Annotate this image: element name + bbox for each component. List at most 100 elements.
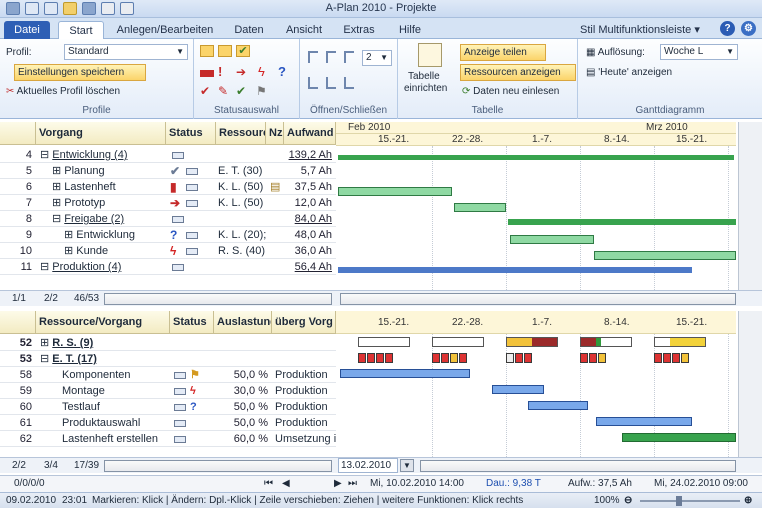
expand-icon[interactable]: ⊞ bbox=[52, 197, 64, 209]
task-name-cell[interactable]: ⊟ Produktion (4) bbox=[40, 259, 164, 275]
lightning-icon[interactable]: ϟ bbox=[258, 65, 272, 78]
resource-name-cell[interactable]: Lastenheft erstellen bbox=[62, 431, 190, 447]
prev-icon[interactable]: ◀ bbox=[282, 476, 290, 492]
date-field[interactable]: 13.02.2010 bbox=[338, 458, 398, 473]
resource-name-cell[interactable]: ⊞ R. S. (9) bbox=[40, 335, 168, 351]
arrow-right-icon[interactable]: ➔ bbox=[236, 66, 250, 78]
expand-icon[interactable]: ⊞ bbox=[64, 245, 76, 257]
zoom-in-icon[interactable]: ⊕ bbox=[744, 493, 752, 508]
status-cell[interactable]: ⚑ bbox=[172, 367, 214, 383]
check-icon[interactable]: ✔ bbox=[236, 85, 250, 97]
tab-ansicht[interactable]: Ansicht bbox=[278, 21, 330, 39]
status-cell[interactable]: ? bbox=[170, 227, 214, 243]
task-bar[interactable] bbox=[528, 401, 588, 410]
task-name-cell[interactable]: ⊞ Kunde bbox=[64, 243, 164, 259]
summary-bar[interactable] bbox=[338, 155, 734, 160]
header-load[interactable]: Auslastung bbox=[214, 311, 272, 334]
header-status[interactable]: Status bbox=[166, 122, 216, 145]
task-name-cell[interactable]: ⊞ Planung bbox=[52, 163, 164, 179]
status-cell[interactable] bbox=[172, 431, 214, 447]
first-icon[interactable]: ⏮ bbox=[264, 476, 273, 492]
resource-row[interactable]: 52 ⊞ R. S. (9) bbox=[0, 335, 336, 351]
task-name-cell[interactable]: ⊞ Lastenheft bbox=[52, 179, 164, 195]
header-over[interactable]: überg Vorg bbox=[272, 311, 336, 334]
collapse-icon[interactable] bbox=[326, 77, 336, 89]
show-parts-button[interactable]: Anzeige teilen bbox=[460, 44, 546, 61]
header-effort[interactable]: Aufwand bbox=[284, 122, 336, 145]
task-bar[interactable] bbox=[338, 187, 452, 196]
gantt-horizontal-scrollbar[interactable] bbox=[340, 293, 736, 305]
status-icon[interactable]: ✔ bbox=[200, 85, 214, 97]
tab-datei[interactable]: Datei bbox=[4, 21, 50, 39]
status-cell[interactable] bbox=[172, 415, 214, 431]
header-nz[interactable]: Nz bbox=[266, 122, 284, 145]
delete-profile-button[interactable]: ✂ Aktuelles Profil löschen bbox=[6, 86, 120, 97]
status-cell[interactable] bbox=[170, 147, 214, 163]
task-bar[interactable] bbox=[594, 251, 736, 260]
status-filter-icon[interactable] bbox=[218, 45, 232, 57]
chevron-down-icon[interactable]: ▼ bbox=[400, 459, 414, 472]
resource-name-cell[interactable]: Testlauf bbox=[62, 399, 190, 415]
resource-row[interactable]: 61 Produktauswahl 50,0 % Produktion bbox=[0, 415, 336, 431]
check-icon[interactable]: ✔ bbox=[236, 45, 250, 57]
header-resource[interactable]: Ressourc bbox=[216, 122, 266, 145]
task-bar[interactable] bbox=[340, 369, 470, 378]
zoom-slider[interactable] bbox=[640, 500, 740, 502]
header-task[interactable]: Vorgang bbox=[36, 122, 166, 145]
show-resources-button[interactable]: Ressourcen anzeigen bbox=[460, 64, 576, 81]
task-name-cell[interactable]: ⊟ Freigabe (2) bbox=[52, 211, 164, 227]
collapse-icon[interactable] bbox=[344, 77, 354, 89]
last-icon[interactable]: ⏭ bbox=[348, 476, 357, 492]
horizontal-scrollbar[interactable] bbox=[104, 460, 332, 472]
save-settings-button[interactable]: Einstellungen speichern bbox=[14, 64, 146, 81]
task-row[interactable]: 4 ⊟ Entwicklung (4) 139,2 Ah bbox=[0, 147, 336, 163]
task-bar[interactable] bbox=[492, 385, 544, 394]
vertical-scrollbar[interactable] bbox=[738, 122, 762, 290]
collapse-icon[interactable] bbox=[308, 77, 318, 89]
expand-icon[interactable]: ⊞ bbox=[64, 229, 76, 241]
table-setup-button[interactable]: Tabelle einrichten bbox=[402, 43, 458, 101]
show-today-button[interactable]: ▤ 'Heute' anzeigen bbox=[586, 67, 672, 78]
collapse-icon[interactable]: ⊟ bbox=[40, 149, 52, 161]
gantt-horizontal-scrollbar[interactable] bbox=[420, 460, 736, 472]
status-cell[interactable]: ? bbox=[172, 399, 214, 415]
status-cell[interactable] bbox=[170, 259, 214, 275]
task-row[interactable]: 9 ⊞ Entwicklung? K. L. (20); 48,0 Ah bbox=[0, 227, 336, 243]
status-filter-icon[interactable] bbox=[200, 45, 214, 57]
pencil-icon[interactable]: ✎ bbox=[218, 85, 232, 97]
tab-anlegen[interactable]: Anlegen/Bearbeiten bbox=[110, 21, 220, 39]
expand-icon[interactable]: ⊞ bbox=[40, 337, 52, 349]
options-icon[interactable]: ⚙ bbox=[741, 21, 756, 36]
help-icon[interactable]: ? bbox=[720, 21, 735, 36]
resource-name-cell[interactable]: Montage bbox=[62, 383, 190, 399]
zoom-out-icon[interactable]: ⊖ bbox=[624, 493, 632, 508]
task-bar[interactable] bbox=[510, 235, 594, 244]
status-cell[interactable]: ✔ bbox=[170, 163, 214, 179]
expand-icon[interactable]: ⊞ bbox=[52, 181, 64, 193]
task-bar[interactable] bbox=[596, 417, 692, 426]
summary-bar[interactable] bbox=[338, 267, 692, 273]
header-status[interactable]: Status bbox=[170, 311, 214, 334]
vertical-scrollbar[interactable] bbox=[738, 311, 762, 457]
exclamation-icon[interactable]: ! bbox=[218, 65, 232, 78]
resource-row[interactable]: 53 ⊟ E. T. (17) bbox=[0, 351, 336, 367]
tab-hilfe[interactable]: Hilfe bbox=[388, 21, 432, 39]
flag-icon[interactable]: ⚑ bbox=[256, 85, 270, 97]
expand-icon[interactable] bbox=[308, 51, 318, 63]
resource-row[interactable]: 59 Montage ϟ 30,0 % Produktion bbox=[0, 383, 336, 399]
resource-name-cell[interactable]: ⊟ E. T. (17) bbox=[40, 351, 168, 367]
status-cell[interactable] bbox=[170, 211, 214, 227]
zoom-slider-handle[interactable] bbox=[676, 496, 682, 506]
collapse-icon[interactable]: ⊟ bbox=[40, 261, 52, 273]
status-cell[interactable]: ϟ bbox=[172, 383, 214, 399]
task-row[interactable]: 11 ⊟ Produktion (4) 56,4 Ah bbox=[0, 259, 336, 275]
tab-daten[interactable]: Daten bbox=[226, 21, 272, 39]
status-cell[interactable]: ϟ bbox=[170, 243, 214, 259]
resource-row[interactable]: 58 Komponenten ⚑ 50,0 % Produktion bbox=[0, 367, 336, 383]
collapse-icon[interactable]: ⊟ bbox=[52, 213, 64, 225]
resource-row[interactable]: 60 Testlauf? 50,0 % Produktion bbox=[0, 399, 336, 415]
summary-bar[interactable] bbox=[508, 219, 736, 225]
task-bar[interactable] bbox=[622, 433, 736, 442]
open-level-select[interactable]: 2 ▼ bbox=[362, 50, 392, 66]
horizontal-scrollbar[interactable] bbox=[104, 293, 332, 305]
